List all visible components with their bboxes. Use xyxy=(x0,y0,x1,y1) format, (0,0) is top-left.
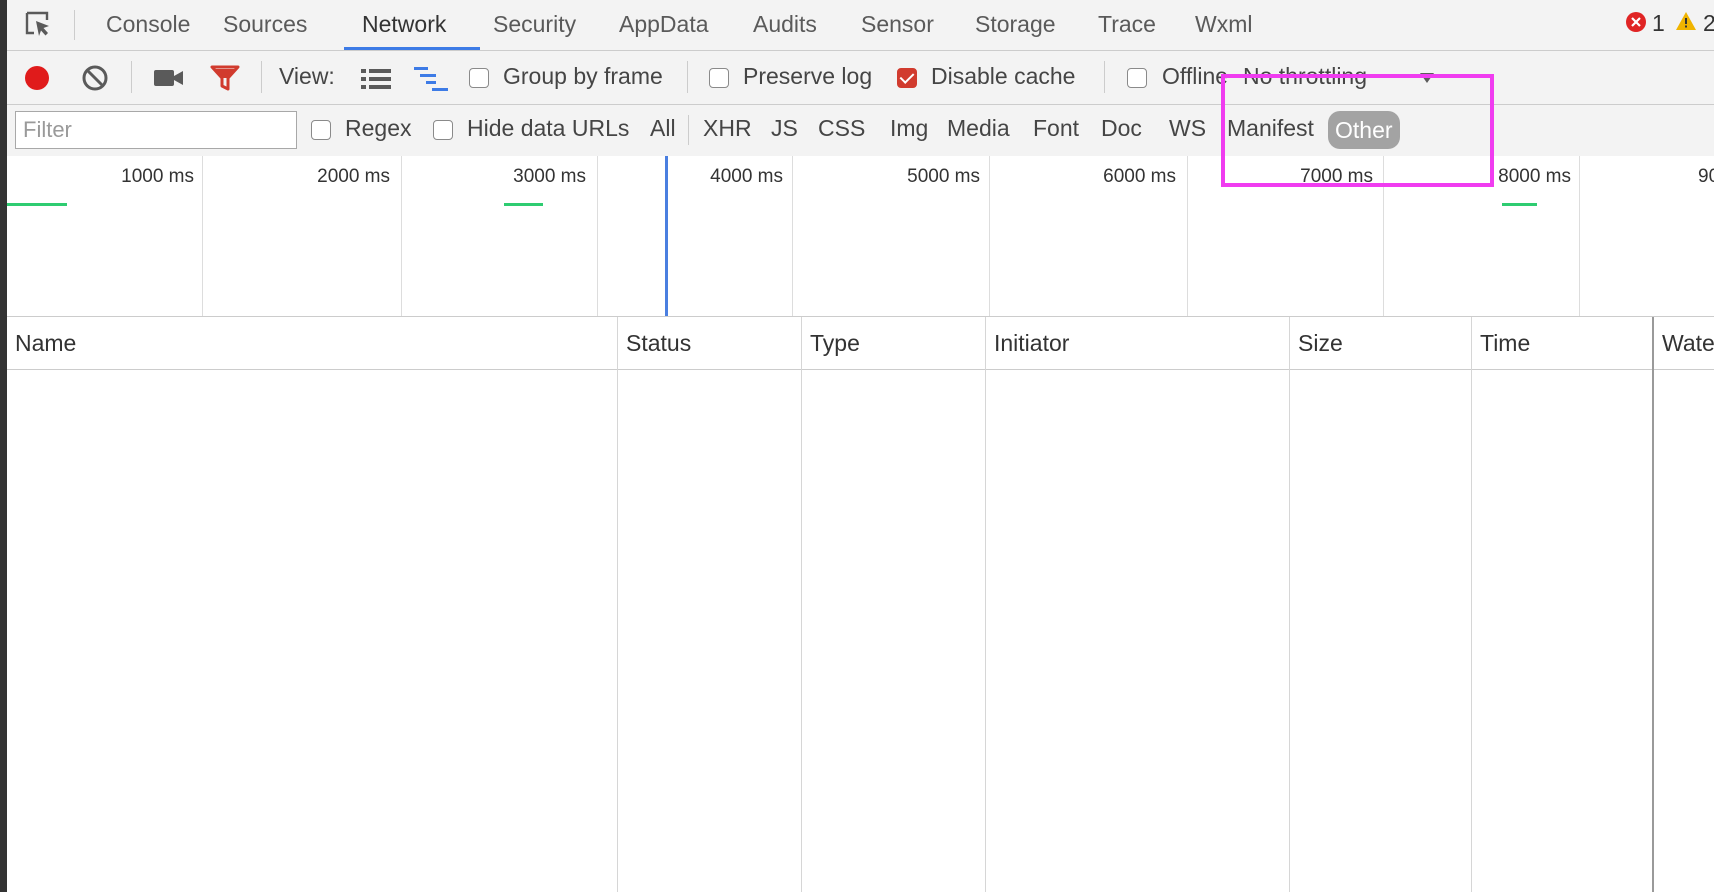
timeline-gridline xyxy=(1579,156,1580,316)
tab-security[interactable]: Security xyxy=(493,0,576,50)
timeline-gridline xyxy=(989,156,990,316)
error-icon[interactable] xyxy=(1626,12,1646,32)
clear-icon[interactable] xyxy=(81,64,109,92)
waterfall-overview-icon[interactable] xyxy=(414,66,448,92)
capture-screenshots-icon[interactable] xyxy=(154,67,184,89)
record-button[interactable] xyxy=(24,65,50,91)
toolbar-separator xyxy=(687,61,688,93)
tab-separator xyxy=(74,10,75,40)
toolbar-separator xyxy=(131,61,132,93)
active-tab-indicator xyxy=(344,47,480,50)
timeline-tick-label: 1000 ms xyxy=(121,166,194,187)
tab-sensor[interactable]: Sensor xyxy=(861,0,934,50)
disable-cache-label: Disable cache xyxy=(931,63,1076,89)
regex-label: Regex xyxy=(345,115,412,141)
hide-data-urls-checkbox[interactable] xyxy=(433,120,453,140)
type-filter-font[interactable]: Font xyxy=(1033,115,1079,142)
filter-separator xyxy=(688,115,689,145)
timeline-gridline xyxy=(597,156,598,316)
disable-cache-checkbox[interactable] xyxy=(897,68,917,88)
tab-storage[interactable]: Storage xyxy=(975,0,1056,50)
warning-icon[interactable] xyxy=(1675,11,1697,31)
tab-console[interactable]: Console xyxy=(106,0,190,50)
timeline-gridline xyxy=(792,156,793,316)
type-filter-doc[interactable]: Doc xyxy=(1101,115,1142,142)
timeline-tick-label: 3000 ms xyxy=(513,166,586,187)
type-filter-js[interactable]: JS xyxy=(771,115,798,142)
timeline-gridline xyxy=(1187,156,1188,316)
type-filter-media[interactable]: Media xyxy=(947,115,1010,142)
offline-label: Offline xyxy=(1162,63,1229,89)
column-header-initiator[interactable]: Initiator xyxy=(994,317,1069,369)
requests-table-body[interactable] xyxy=(7,370,1714,892)
type-filter-ws[interactable]: WS xyxy=(1169,115,1206,142)
filter-input[interactable] xyxy=(15,111,297,149)
timeline-tick-label: 4000 ms xyxy=(710,166,783,187)
toolbar-separator xyxy=(1104,61,1105,93)
group-by-frame-label: Group by frame xyxy=(503,63,663,89)
timeline-gridline xyxy=(401,156,402,316)
timeline-request-bar xyxy=(504,203,543,206)
timeline-tick-label: 5000 ms xyxy=(907,166,980,187)
timeline-tick-label: 2000 ms xyxy=(317,166,390,187)
column-header-time[interactable]: Time xyxy=(1480,317,1530,369)
timeline-gridline xyxy=(202,156,203,316)
inspect-element-icon[interactable] xyxy=(24,10,54,40)
column-header-type[interactable]: Type xyxy=(810,317,860,369)
devtools-tab-bar: Console Sources Network Security AppData… xyxy=(7,0,1714,51)
offline-checkbox[interactable] xyxy=(1127,68,1147,88)
large-request-rows-icon[interactable] xyxy=(361,68,391,90)
timeline-tick-label: 6000 ms xyxy=(1103,166,1176,187)
hide-data-urls-label: Hide data URLs xyxy=(467,115,630,141)
column-header-waterfall[interactable]: Wate xyxy=(1662,317,1714,369)
preserve-log-label: Preserve log xyxy=(743,63,873,89)
tab-wxml[interactable]: Wxml xyxy=(1195,0,1252,50)
timeline-dom-content-loaded-marker xyxy=(665,156,668,316)
preserve-log-checkbox[interactable] xyxy=(709,68,729,88)
filter-funnel-icon[interactable] xyxy=(210,64,240,92)
timeline-request-bar xyxy=(1502,203,1537,206)
column-header-size[interactable]: Size xyxy=(1298,317,1343,369)
timeline-tick-label: 8000 ms xyxy=(1498,166,1571,187)
tab-sources[interactable]: Sources xyxy=(223,0,307,50)
regex-checkbox[interactable] xyxy=(311,120,331,140)
warning-count: 2 xyxy=(1703,10,1714,36)
timeline-tick-label: 90 xyxy=(1698,166,1714,187)
error-count: 1 xyxy=(1652,10,1665,36)
group-by-frame-checkbox[interactable] xyxy=(469,68,489,88)
column-header-name[interactable]: Name xyxy=(15,317,76,369)
tab-audits[interactable]: Audits xyxy=(753,0,817,50)
column-header-status[interactable]: Status xyxy=(626,317,691,369)
tab-network[interactable]: Network xyxy=(362,0,446,50)
type-filter-all[interactable]: All xyxy=(650,115,676,142)
tab-appdata[interactable]: AppData xyxy=(619,0,709,50)
view-label: View: xyxy=(279,63,335,89)
highlight-box xyxy=(1221,74,1494,187)
type-filter-img[interactable]: Img xyxy=(890,115,928,142)
left-edge xyxy=(0,0,7,892)
type-filter-xhr[interactable]: XHR xyxy=(703,115,752,142)
toolbar-separator xyxy=(261,61,262,93)
requests-table-header: Name Status Type Initiator Size Time Wat… xyxy=(7,317,1714,370)
tab-trace[interactable]: Trace xyxy=(1098,0,1156,50)
type-filter-css[interactable]: CSS xyxy=(818,115,865,142)
timeline-request-bar xyxy=(7,203,67,206)
